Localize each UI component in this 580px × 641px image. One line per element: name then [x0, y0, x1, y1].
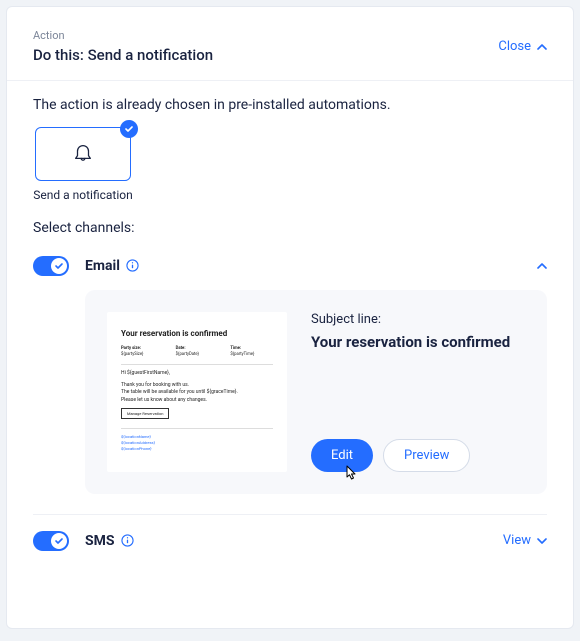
- info-icon[interactable]: [126, 259, 140, 273]
- email-toggle[interactable]: [33, 256, 69, 276]
- chevron-up-icon: [537, 258, 547, 273]
- email-panel-right: Subject line: Your reservation is confir…: [311, 312, 525, 472]
- thumb-grid: Party size:${partySize} Date:${partyDate…: [121, 346, 273, 359]
- action-card: Action Do this: Send a notification Clos…: [6, 6, 574, 629]
- select-channels-label: Select channels:: [33, 220, 547, 236]
- sms-view-button[interactable]: View: [503, 533, 547, 548]
- email-collapse-button[interactable]: [537, 258, 547, 273]
- chevron-up-icon: [537, 39, 547, 54]
- header-title: Do this: Send a notification: [33, 46, 213, 64]
- card-body: The action is already chosen in pre-inst…: [7, 81, 573, 628]
- thumb-manage-button: Manage Reservation: [121, 408, 169, 419]
- close-button[interactable]: Close: [498, 39, 547, 54]
- channel-row-email: Email: [33, 250, 547, 290]
- view-label: View: [503, 533, 531, 548]
- toggle-knob: [51, 258, 67, 274]
- check-badge-icon: [120, 120, 138, 138]
- subject-label: Subject line:: [311, 312, 525, 327]
- subject-value: Your reservation is confirmed: [311, 333, 525, 351]
- preview-button[interactable]: Preview: [383, 439, 470, 472]
- action-tile-wrap: Send a notification: [33, 127, 133, 204]
- sms-toggle[interactable]: [33, 531, 69, 551]
- thumb-links: ${locationName} ${locationAddress} ${loc…: [121, 434, 273, 452]
- action-tile-label: Send a notification: [33, 188, 132, 204]
- chevron-down-icon: [537, 533, 547, 548]
- bell-icon: [72, 141, 94, 167]
- sms-label-text: SMS: [85, 533, 115, 549]
- action-tile[interactable]: [35, 127, 131, 181]
- description: The action is already chosen in pre-inst…: [33, 97, 547, 113]
- email-panel: Your reservation is confirmed Party size…: [85, 290, 547, 494]
- edit-button[interactable]: Edit: [311, 439, 373, 472]
- email-preview-thumbnail[interactable]: Your reservation is confirmed Party size…: [107, 312, 287, 472]
- header-kicker: Action: [33, 29, 213, 42]
- header-left: Action Do this: Send a notification: [33, 29, 213, 64]
- panel-actions: Edit Preview: [311, 439, 525, 472]
- channel-label-sms: SMS: [85, 533, 487, 549]
- toggle-knob: [51, 533, 67, 549]
- info-icon[interactable]: [121, 534, 135, 548]
- email-label-text: Email: [85, 258, 120, 274]
- thumb-title: Your reservation is confirmed: [121, 328, 273, 340]
- close-label: Close: [498, 39, 531, 54]
- card-header: Action Do this: Send a notification Clos…: [7, 7, 573, 81]
- channel-label-email: Email: [85, 258, 521, 274]
- channel-row-sms: SMS View: [33, 514, 547, 551]
